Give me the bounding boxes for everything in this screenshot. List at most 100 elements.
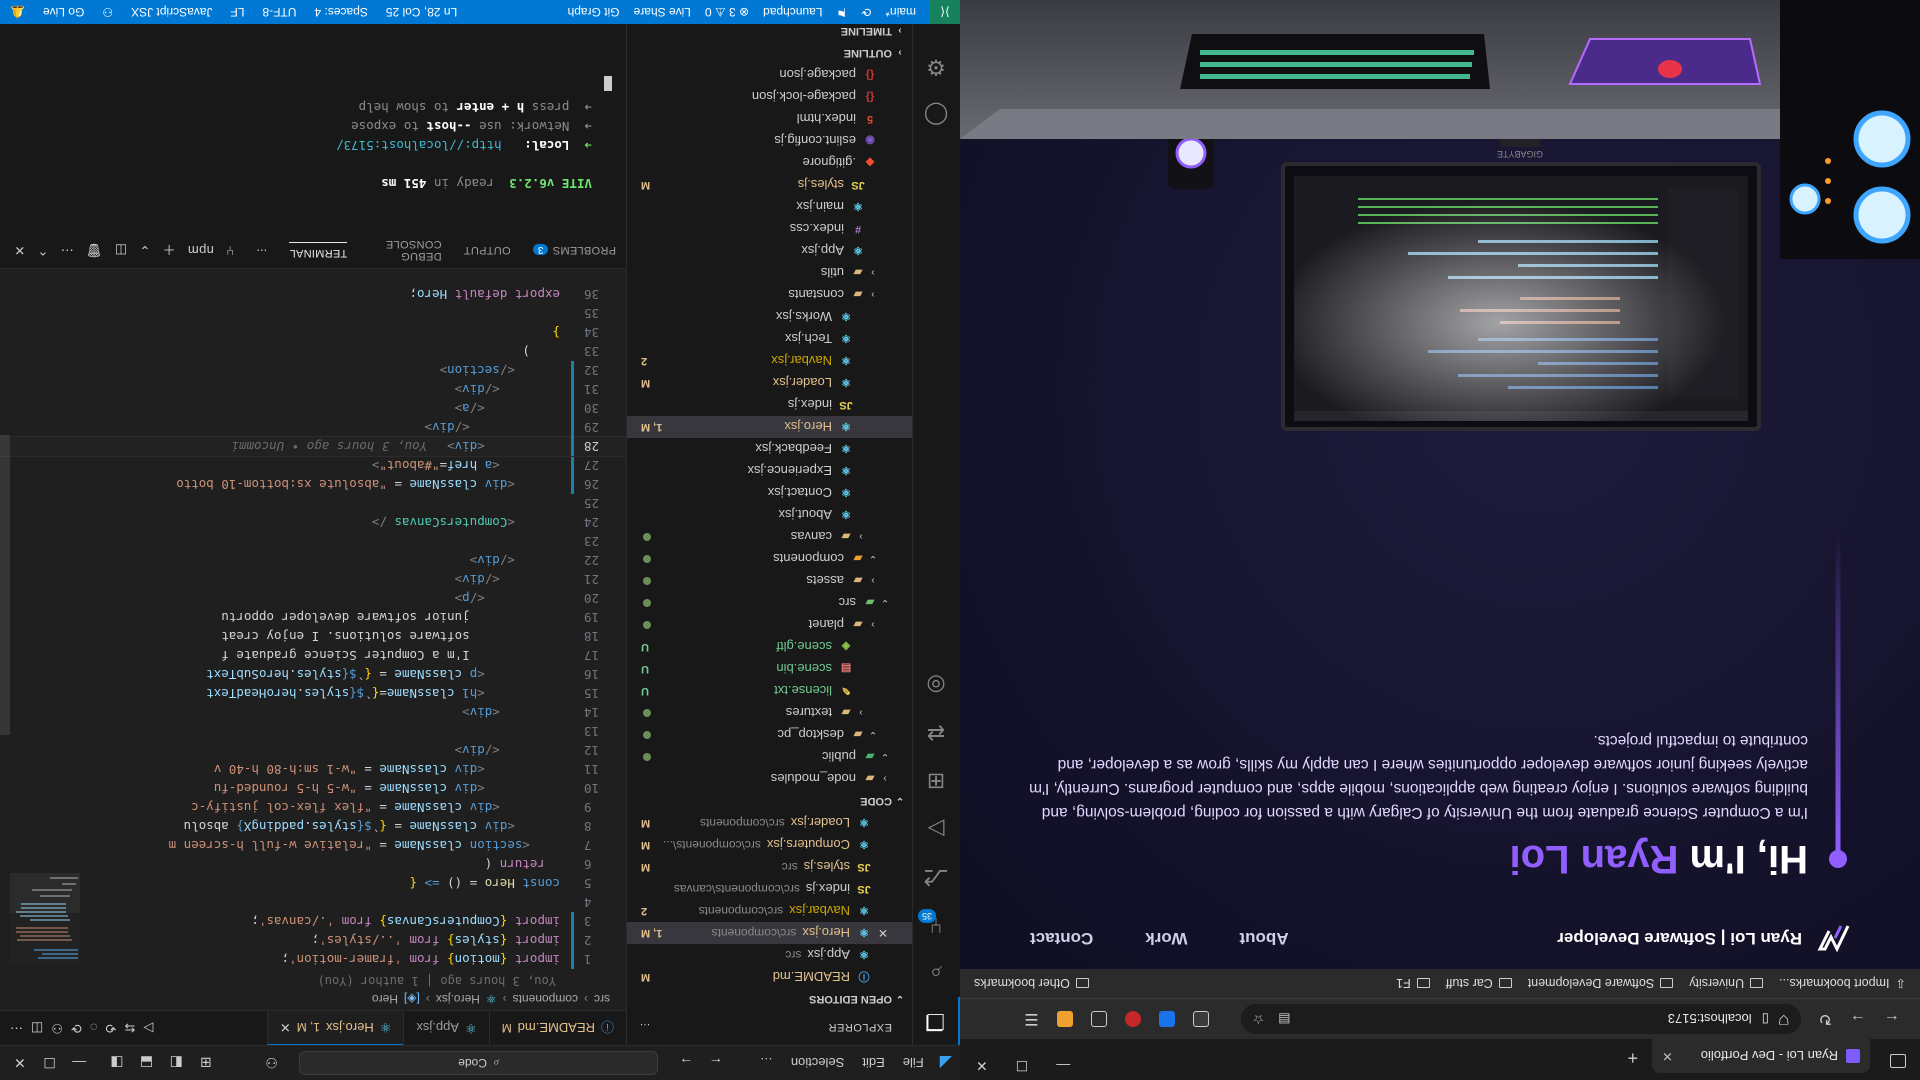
notifications-icon[interactable]: 🔔 — [10, 5, 25, 19]
bookmark-folder[interactable]: Software Development — [1528, 977, 1674, 991]
tree-item[interactable]: ◈ scene.gltf U — [627, 636, 912, 658]
code-line[interactable]: 33 ) — [0, 342, 626, 361]
more-actions-icon[interactable]: ⋯ — [10, 1020, 23, 1036]
bookmark-star-icon[interactable]: ☆ — [1253, 1011, 1265, 1027]
sync-icon[interactable]: ⟳ — [861, 5, 871, 19]
close-window-icon[interactable]: ✕ — [976, 1057, 988, 1074]
open-editor-item[interactable]: ⓘ README.md M — [627, 966, 912, 988]
code-line[interactable]: 8 <div className = {`${styles.paddingX} … — [0, 817, 626, 836]
layout-icon[interactable]: ⊞ — [194, 1055, 218, 1072]
tab-terminal[interactable]: TERMINAL — [289, 242, 348, 259]
code-line[interactable]: 2 import {styles} from '../styles'; — [0, 931, 626, 950]
close-tab-icon[interactable]: ✕ — [1662, 1048, 1673, 1064]
tree-item[interactable]: › ▰ planet — [627, 614, 912, 636]
code-line[interactable]: 27 <a href="#about"> — [0, 456, 626, 475]
menu-edit[interactable]: Edit — [856, 1056, 890, 1071]
menu-selection[interactable]: Selection — [785, 1056, 850, 1071]
timeline-back-icon[interactable]: ⟲ — [106, 1020, 117, 1036]
open-editor-item[interactable]: ⚛ App.jsx src — [627, 944, 912, 966]
tree-item[interactable]: ◆ .gitignore — [627, 152, 912, 174]
live-share-icon[interactable]: ⇄ — [912, 709, 960, 757]
menu-more[interactable]: … — [754, 1056, 779, 1071]
extensions-icon[interactable] — [1090, 1011, 1107, 1027]
tree-item[interactable]: ⚛ App.jsx — [627, 240, 912, 262]
extension-blue-icon[interactable] — [1158, 1011, 1175, 1027]
code-line[interactable]: 25 — [0, 494, 626, 513]
timeline-section[interactable]: › TIMELINE — [627, 24, 912, 42]
code-line[interactable]: 21 </div> — [0, 570, 626, 589]
tree-item[interactable]: › ▰ textures — [627, 702, 912, 724]
tree-item[interactable]: ⚛ Contact.jsx — [627, 482, 912, 504]
chevron-down-icon[interactable]: ⌄ — [139, 243, 150, 259]
copilot-status-icon[interactable]: ⚇ — [102, 5, 113, 19]
code-line[interactable]: 31 </div> — [0, 380, 626, 399]
tree-item[interactable]: › ▰ constants — [627, 284, 912, 306]
breadcrumb-components[interactable]: components — [513, 992, 578, 1006]
code-line[interactable]: 35 — [0, 304, 626, 323]
tree-item[interactable]: ⚛ Experience.jsx — [627, 460, 912, 482]
open-editor-item[interactable]: ✕ ⚛ Hero.jsx src\components 1, M — [627, 922, 912, 944]
tab-debug-console[interactable]: DEBUG CONSOLE — [369, 239, 442, 263]
source-control-icon[interactable]: ⑂ 35 — [912, 901, 960, 949]
explorer-more-icon[interactable]: … — [639, 1022, 651, 1034]
split-terminal-icon[interactable]: ◫ — [115, 243, 128, 259]
account-icon[interactable] — [1056, 1011, 1073, 1027]
code-line[interactable]: 26 <div className = "absolute xs:bottom-… — [0, 475, 626, 494]
site-logo-icon[interactable] — [1816, 920, 1852, 956]
outline-section[interactable]: › OUTLINE — [627, 42, 912, 64]
tab-output[interactable]: OUTPUT — [464, 245, 511, 257]
code-line[interactable]: 22 </div> — [0, 551, 626, 570]
sidebar-toggle-icon[interactable] — [1890, 1054, 1906, 1068]
open-editor-item[interactable]: JS styles.js src M — [627, 856, 912, 878]
desktop-pc-3d-scene[interactable]: GIGABYTE — [960, 0, 1920, 439]
code-line[interactable]: 23 — [0, 532, 626, 551]
close-tab-icon[interactable]: ✕ — [280, 1020, 291, 1036]
code-line[interactable]: 32 </section> — [0, 361, 626, 380]
new-tab-button[interactable]: + — [1627, 1047, 1638, 1068]
code-line[interactable]: 18 software solutions. I enjoy creat — [0, 627, 626, 646]
editor-tab[interactable]: ⚛ App.jsx — [403, 1011, 489, 1045]
tree-item[interactable]: JS index.js — [627, 394, 912, 416]
terminal-output[interactable]: VITE v6.2.3 ready in 451 ms ➜ Local: htt… — [0, 75, 626, 233]
tree-item[interactable]: JS styles.js M — [627, 174, 912, 196]
git-graph-icon[interactable]: ⎇ — [912, 853, 960, 901]
remote-icon[interactable]: ⟩⟨ — [930, 0, 960, 24]
editor-tab[interactable]: ⓘ README.md M — [488, 1011, 626, 1045]
tree-item[interactable]: ⚛ Works.jsx — [627, 306, 912, 328]
tree-item[interactable]: ▤ scene.bin U — [627, 658, 912, 680]
run-debug-icon[interactable]: ▷ — [912, 805, 960, 853]
code-line[interactable]: 7 <section className = "relative w-full … — [0, 836, 626, 855]
status-golive[interactable]: Go Live — [43, 5, 84, 19]
kill-terminal-icon[interactable]: 🗑 — [86, 243, 103, 259]
status-launchpad[interactable]: Launchpad — [763, 5, 822, 19]
status-encoding[interactable]: UTF-8 — [262, 5, 296, 19]
code-line[interactable]: 30 </a> — [0, 399, 626, 418]
code-line[interactable]: 5 const Hero = () => { — [0, 874, 626, 893]
status-spaces[interactable]: Spaces: 4 — [314, 5, 367, 19]
code-line[interactable]: 3 import {ComputersCanvas} from './canvas… — [0, 912, 626, 931]
status-language[interactable]: JavaScript JSX — [131, 5, 212, 19]
browser-tab[interactable]: Ryan Loi - Dev Portfolio ✕ — [1652, 1039, 1870, 1073]
status-branch[interactable]: main* — [885, 5, 916, 19]
account-icon[interactable]: ◯ — [912, 91, 960, 139]
back-icon[interactable]: ← — [1884, 1010, 1900, 1028]
tree-item[interactable]: ⚛ About.jsx — [627, 504, 912, 526]
open-editor-item[interactable]: JS index.js src\components\canvas — [627, 878, 912, 900]
editor-tab[interactable]: ⚛ Hero.jsx 1, M ✕ — [266, 1011, 404, 1045]
tree-item[interactable]: › ▰ canvas — [627, 526, 912, 548]
tree-item[interactable]: ⚛ Tech.jsx — [627, 328, 912, 350]
tree-item[interactable]: 5 index.html — [627, 108, 912, 130]
maximize-icon[interactable]: ☐ — [38, 1055, 62, 1072]
tree-item[interactable]: › ▰ utils — [627, 262, 912, 284]
circle-icon[interactable]: ◌ — [90, 1021, 98, 1036]
code-line[interactable]: 12 </div> — [0, 741, 626, 760]
tree-item[interactable]: ◉ eslint.config.js — [627, 130, 912, 152]
pocket-icon[interactable] — [1192, 1011, 1209, 1027]
panel-more-icon[interactable]: ⋯ — [256, 244, 267, 257]
tree-item[interactable]: # index.css — [627, 218, 912, 240]
bookmark-folder[interactable]: Car stuff — [1446, 977, 1512, 991]
code-line[interactable]: 20 </p> — [0, 589, 626, 608]
code-line[interactable]: 13 — [0, 722, 626, 741]
code-folder-section[interactable]: ⌄ CODE — [627, 790, 912, 812]
tree-item[interactable]: › ▰ node_modules — [627, 768, 912, 790]
